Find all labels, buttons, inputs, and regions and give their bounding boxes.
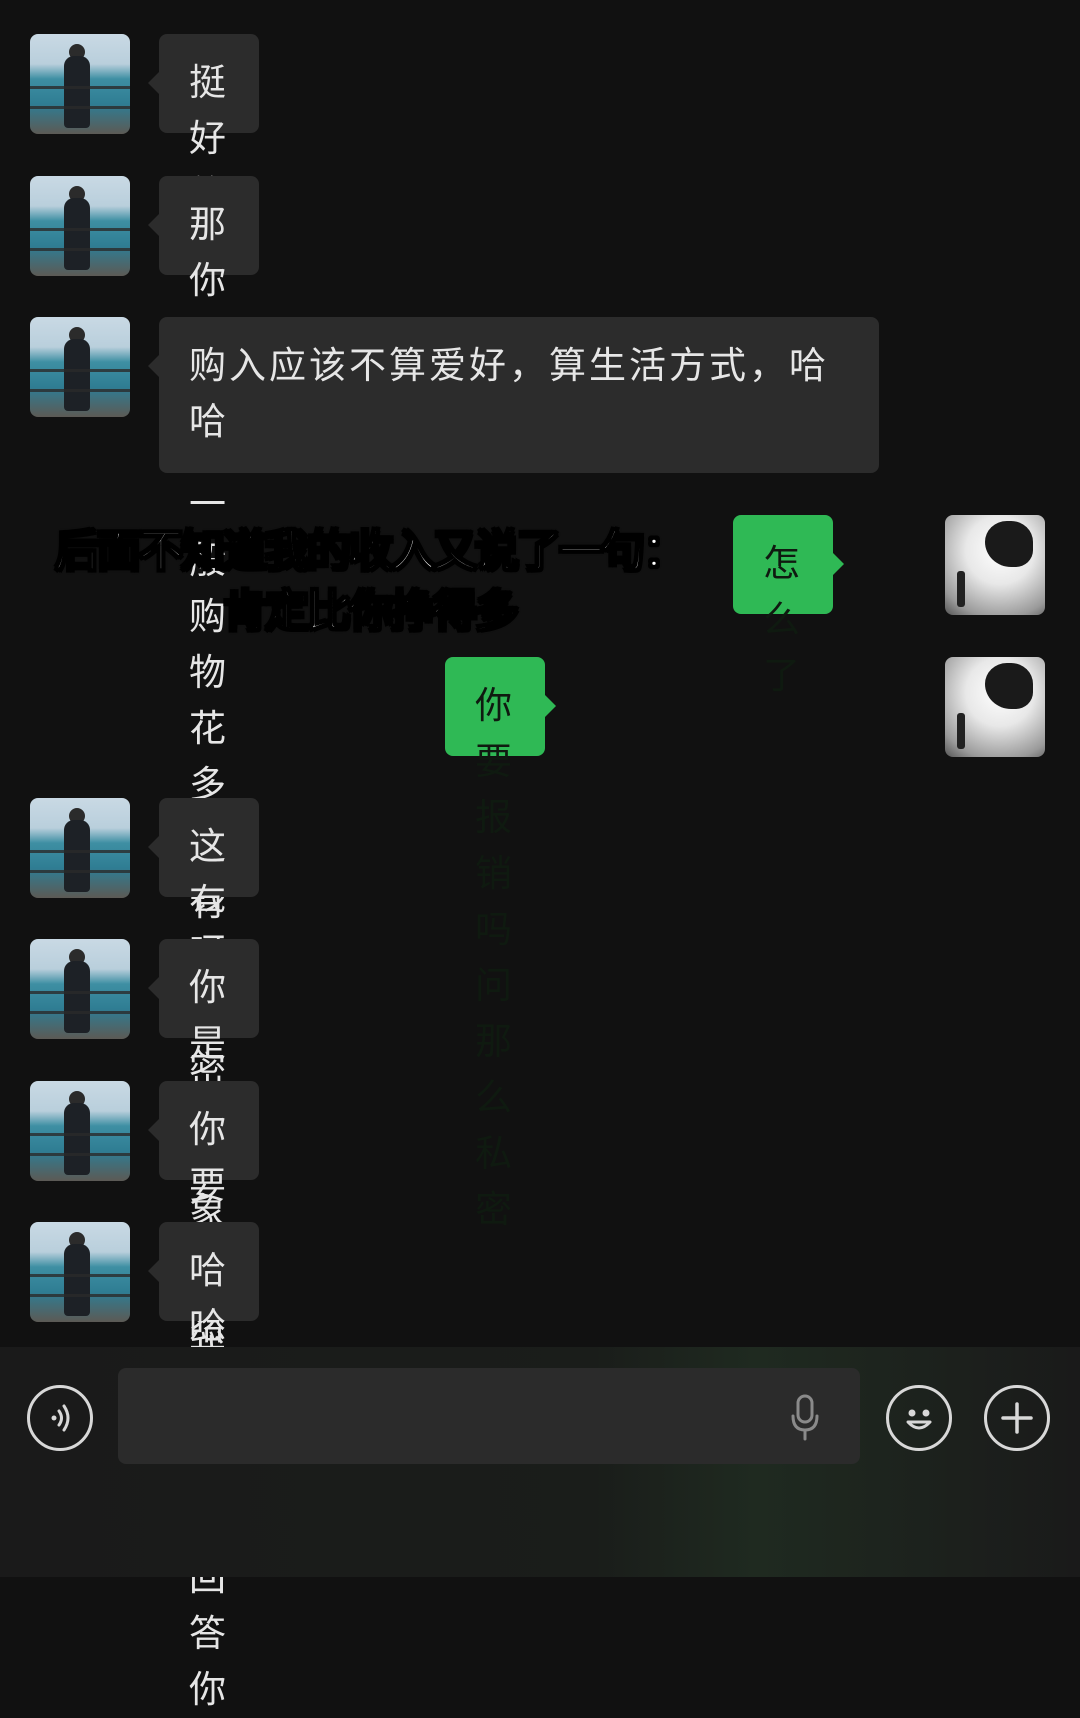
peer-avatar[interactable] <box>30 34 130 134</box>
message-input[interactable] <box>118 1368 860 1464</box>
peer-avatar[interactable] <box>30 176 130 276</box>
plus-icon <box>1001 1402 1033 1434</box>
overlay-caption: 后面不知道我的收入又说了一句：肯定比你挣得多 <box>54 525 688 638</box>
voice-wave-icon <box>51 1404 70 1432</box>
my-message-bubble[interactable]: 你要报销吗问那么私密 <box>445 657 556 1231</box>
my-avatar[interactable] <box>945 515 1045 615</box>
peer-avatar[interactable] <box>30 1222 130 1322</box>
peer-message-bubble[interactable]: 那你一个月一般购物花多少钱呀 <box>148 176 259 974</box>
more-actions-button[interactable] <box>984 1385 1050 1451</box>
peer-message-bubble[interactable]: 你是我对象自然可以了 <box>148 939 259 1513</box>
peer-avatar[interactable] <box>30 1081 130 1181</box>
peer-message-bubble[interactable]: 挺好的 <box>148 34 259 216</box>
peer-message-bubble[interactable]: 你要问我我就可以回答你 <box>148 1081 259 1711</box>
my-message-bubble[interactable]: 怎么了 <box>733 515 844 697</box>
peer-message-bubble[interactable]: 这有啥秘密的 <box>148 798 259 1148</box>
emoji-button[interactable] <box>886 1385 952 1451</box>
microphone-icon[interactable] <box>790 1394 820 1442</box>
peer-avatar[interactable] <box>30 317 130 417</box>
peer-message-bubble[interactable]: 哈哈 <box>148 1222 259 1348</box>
peer-message-bubble[interactable]: 购入应该不算爱好，算生活方式，哈哈 <box>148 317 879 473</box>
smiley-icon <box>906 1409 932 1430</box>
peer-avatar[interactable] <box>30 939 130 1039</box>
peer-avatar[interactable] <box>30 798 130 898</box>
my-avatar[interactable] <box>945 657 1045 757</box>
voice-toggle-button[interactable] <box>27 1385 93 1451</box>
